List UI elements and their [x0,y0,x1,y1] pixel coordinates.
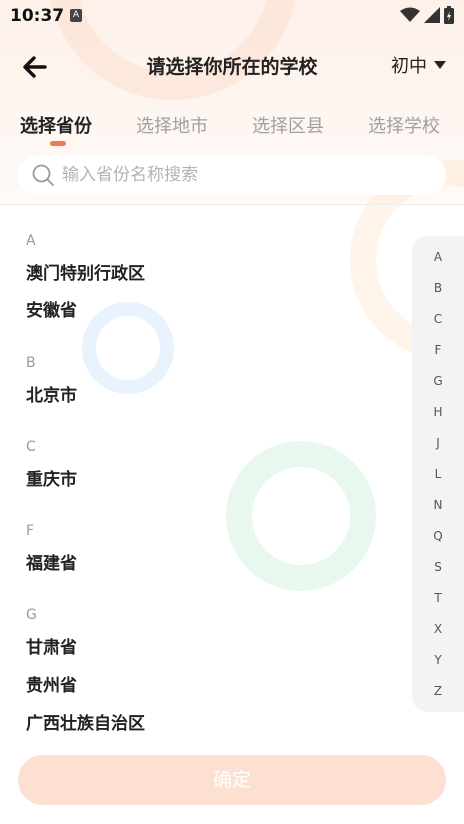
confirm-button[interactable]: 确定 [18,755,446,805]
province-item[interactable]: 北京市 [26,381,77,406]
index-letter[interactable]: Z [412,684,464,698]
grade-selector[interactable]: 初中 [391,52,446,78]
index-letter[interactable]: N [412,498,464,512]
battery-icon [444,6,454,24]
status-time: 10:37 [10,6,65,26]
caret-down-icon [434,61,446,69]
group-letter: C [26,439,36,455]
tab-district[interactable]: 选择区县 [252,112,324,138]
step-tabs: 选择省份 选择地市 选择区县 选择学校 [0,110,464,150]
index-letter[interactable]: T [412,591,464,605]
index-letter[interactable]: Q [412,529,464,543]
province-item[interactable]: 贵州省 [26,671,77,696]
province-item[interactable]: 安徽省 [26,296,77,321]
tab-school[interactable]: 选择学校 [368,112,440,138]
index-letter[interactable]: X [412,622,464,636]
system-icons [400,6,454,24]
group-letter: B [26,355,36,371]
grade-label: 初中 [391,56,427,77]
index-letter[interactable]: H [412,405,464,419]
tab-province[interactable]: 选择省份 [20,112,92,138]
index-letter[interactable]: C [412,312,464,326]
province-item[interactable]: 甘肃省 [26,633,77,658]
province-item[interactable]: 广西壮族自治区 [26,709,145,734]
index-letter[interactable]: G [412,374,464,388]
status-bar: 10:37 A [0,0,464,32]
index-letter[interactable]: S [412,560,464,574]
signal-icon [424,7,440,23]
index-letter[interactable]: B [412,281,464,295]
notification-icon: A [70,9,82,22]
group-letter: G [26,607,37,623]
province-item[interactable]: 重庆市 [26,465,77,490]
alphabet-index[interactable]: A B C F G H J L N Q S T X Y Z [412,236,464,712]
index-letter[interactable]: Y [412,653,464,667]
wifi-icon [400,7,420,22]
active-tab-indicator [50,141,66,146]
group-letter: A [26,233,36,249]
app-header: 请选择你所在的学校 初中 [0,40,464,90]
province-list[interactable]: A 澳门特别行政区 安徽省 B 北京市 C 重庆市 F 福建省 G 甘肃省 贵州… [0,205,410,745]
index-letter[interactable]: L [412,467,464,481]
province-item[interactable]: 澳门特别行政区 [26,259,145,284]
index-letter[interactable]: A [412,250,464,264]
search-box[interactable] [18,155,446,195]
tab-city[interactable]: 选择地市 [136,112,208,138]
search-icon [32,164,54,186]
search-input[interactable] [62,165,402,185]
index-letter[interactable]: J [412,436,464,450]
province-item[interactable]: 福建省 [26,549,77,574]
group-letter: F [26,523,35,539]
index-letter[interactable]: F [412,343,464,357]
